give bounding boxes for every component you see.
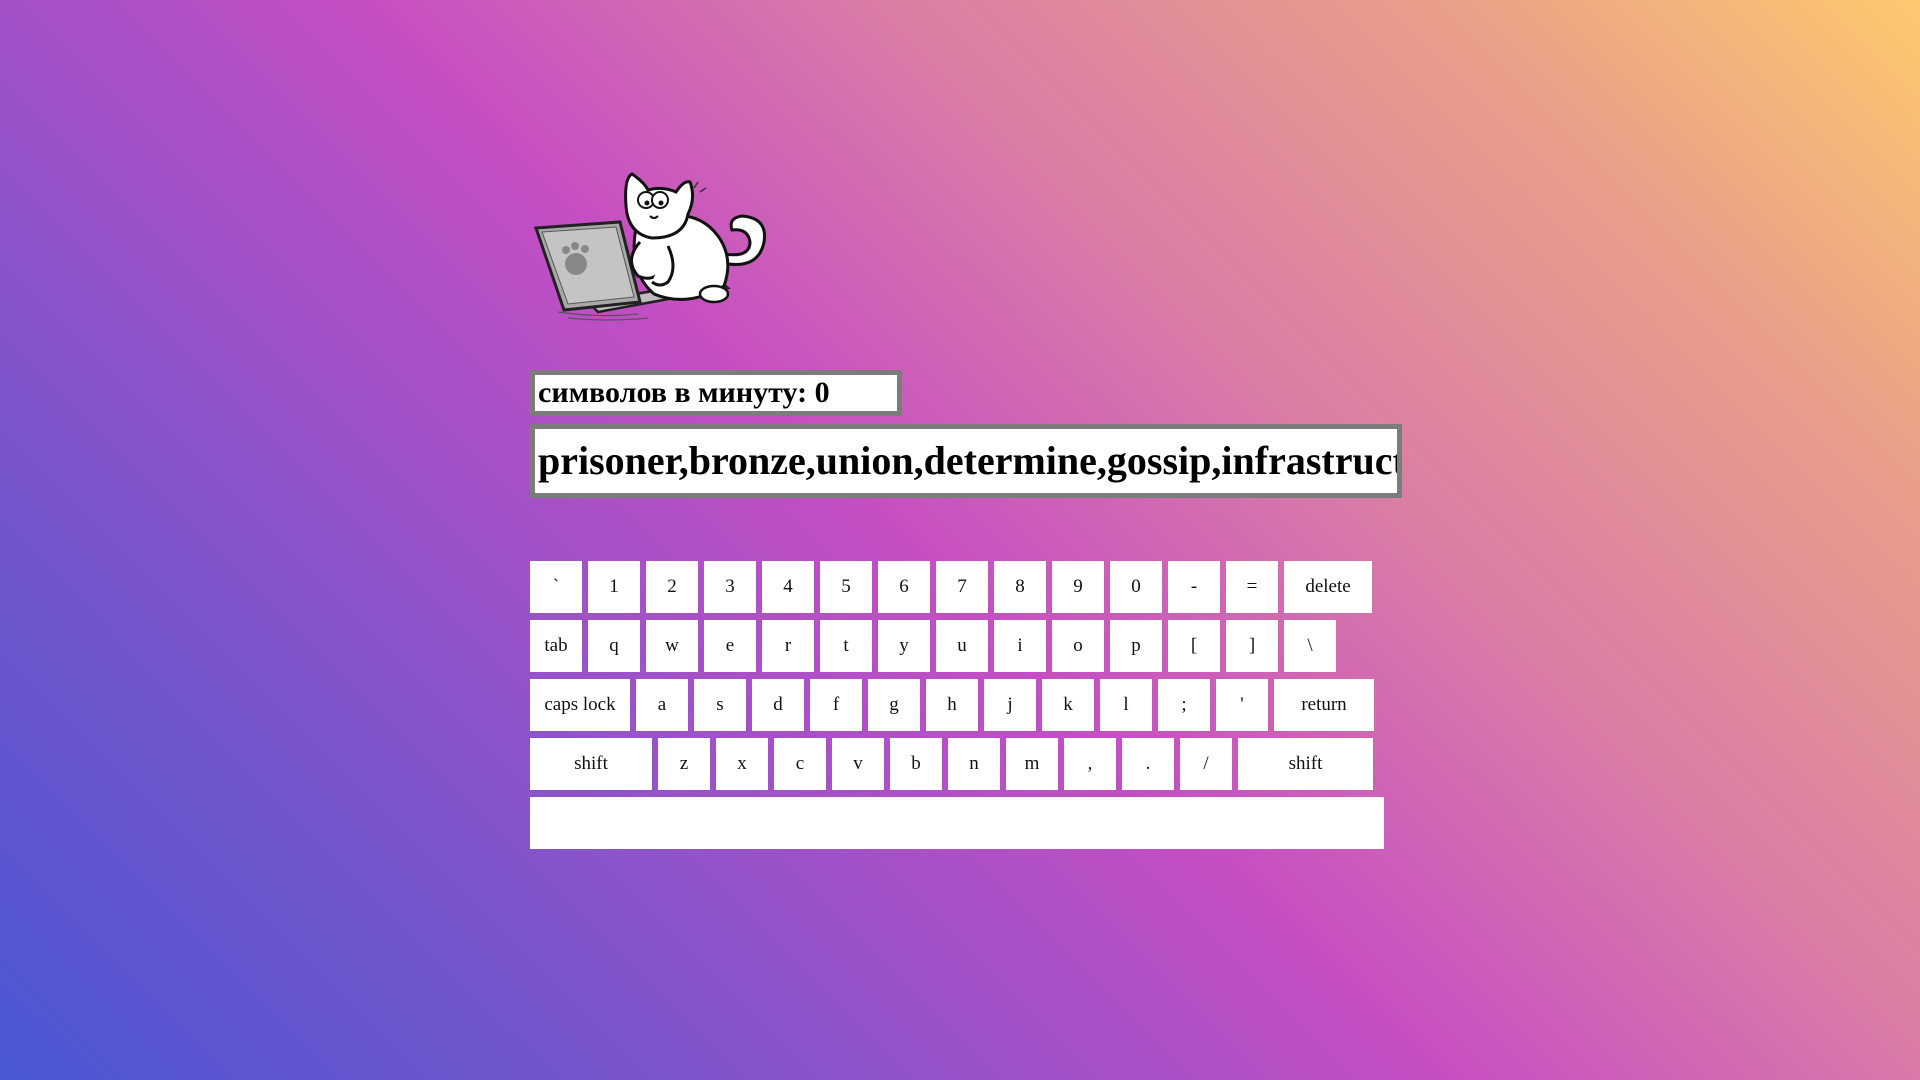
keyboard-row-5	[530, 797, 1386, 849]
key-delete[interactable]: delete	[1284, 561, 1372, 613]
key-s[interactable]: s	[694, 679, 746, 731]
key-slash[interactable]: /	[1180, 738, 1232, 790]
key-e[interactable]: e	[704, 620, 756, 672]
key-0[interactable]: 0	[1110, 561, 1162, 613]
cat-typing-laptop-icon	[533, 172, 767, 321]
key-h[interactable]: h	[926, 679, 978, 731]
key-v[interactable]: v	[832, 738, 884, 790]
keyboard-row-1: ` 1 2 3 4 5 6 7 8 9 0 - = delete	[530, 561, 1386, 613]
key-period[interactable]: .	[1122, 738, 1174, 790]
key-quote[interactable]: '	[1216, 679, 1268, 731]
key-i[interactable]: i	[994, 620, 1046, 672]
key-right-bracket[interactable]: ]	[1226, 620, 1278, 672]
key-a[interactable]: a	[636, 679, 688, 731]
key-g[interactable]: g	[868, 679, 920, 731]
typing-prompt-text: prisoner,bronze,union,determine,gossip,i…	[538, 438, 1402, 483]
keyboard-row-4: shift z x c v b n m , . / shift	[530, 738, 1386, 790]
key-w[interactable]: w	[646, 620, 698, 672]
key-9[interactable]: 9	[1052, 561, 1104, 613]
key-b[interactable]: b	[890, 738, 942, 790]
key-3[interactable]: 3	[704, 561, 756, 613]
key-d[interactable]: d	[752, 679, 804, 731]
keyboard-row-3: caps lock a s d f g h j k l ; ' return	[530, 679, 1386, 731]
key-f[interactable]: f	[810, 679, 862, 731]
key-return[interactable]: return	[1274, 679, 1374, 731]
key-backslash[interactable]: \	[1284, 620, 1336, 672]
key-shift-right[interactable]: shift	[1238, 738, 1373, 790]
key-5[interactable]: 5	[820, 561, 872, 613]
key-n[interactable]: n	[948, 738, 1000, 790]
chars-per-minute-label: символов в минуту: 0	[538, 376, 830, 409]
key-6[interactable]: 6	[878, 561, 930, 613]
key-u[interactable]: u	[936, 620, 988, 672]
key-equals[interactable]: =	[1226, 561, 1278, 613]
chars-per-minute-display: символов в минуту: 0	[530, 370, 902, 416]
key-p[interactable]: p	[1110, 620, 1162, 672]
key-minus[interactable]: -	[1168, 561, 1220, 613]
key-8[interactable]: 8	[994, 561, 1046, 613]
key-4[interactable]: 4	[762, 561, 814, 613]
key-z[interactable]: z	[658, 738, 710, 790]
key-semicolon[interactable]: ;	[1158, 679, 1210, 731]
keyboard-row-2: tab q w e r t y u i o p [ ] \	[530, 620, 1386, 672]
key-comma[interactable]: ,	[1064, 738, 1116, 790]
key-c[interactable]: c	[774, 738, 826, 790]
key-y[interactable]: y	[878, 620, 930, 672]
key-m[interactable]: m	[1006, 738, 1058, 790]
key-2[interactable]: 2	[646, 561, 698, 613]
key-caps-lock[interactable]: caps lock	[530, 679, 630, 731]
key-1[interactable]: 1	[588, 561, 640, 613]
key-left-bracket[interactable]: [	[1168, 620, 1220, 672]
key-tab[interactable]: tab	[530, 620, 582, 672]
key-o[interactable]: o	[1052, 620, 1104, 672]
key-backtick[interactable]: `	[530, 561, 582, 613]
key-k[interactable]: k	[1042, 679, 1094, 731]
key-q[interactable]: q	[588, 620, 640, 672]
key-l[interactable]: l	[1100, 679, 1152, 731]
key-j[interactable]: j	[984, 679, 1036, 731]
key-7[interactable]: 7	[936, 561, 988, 613]
virtual-keyboard: ` 1 2 3 4 5 6 7 8 9 0 - = delete tab q w…	[530, 561, 1386, 856]
key-shift-left[interactable]: shift	[530, 738, 652, 790]
key-x[interactable]: x	[716, 738, 768, 790]
key-t[interactable]: t	[820, 620, 872, 672]
typing-prompt-box[interactable]: prisoner,bronze,union,determine,gossip,i…	[530, 424, 1402, 498]
key-r[interactable]: r	[762, 620, 814, 672]
key-space[interactable]	[530, 797, 1384, 849]
